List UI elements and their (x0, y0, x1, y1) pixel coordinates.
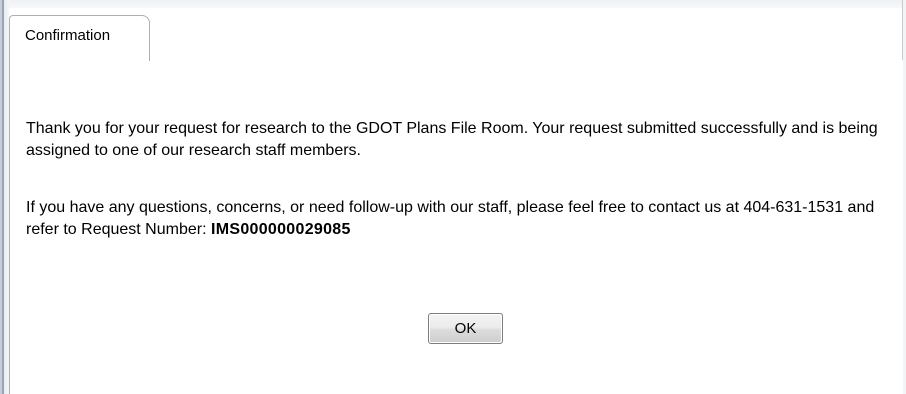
contact-message-text: If you have any questions, concerns, or … (26, 199, 875, 238)
window-top-edge (0, 0, 906, 8)
request-number: IMS000000029085 (210, 221, 351, 238)
ok-button[interactable]: OK (428, 313, 503, 344)
contact-message: If you have any questions, concerns, or … (26, 197, 896, 241)
window-left-edge (0, 0, 9, 394)
tab-confirmation[interactable]: Confirmation (9, 15, 150, 61)
confirmation-message: Thank you for your request for research … (26, 120, 878, 159)
confirmation-panel: Thank you for your request for research … (9, 60, 903, 394)
confirmation-window: Confirmation Thank you for your request … (0, 0, 906, 394)
tab-confirmation-label: Confirmation (25, 27, 111, 44)
